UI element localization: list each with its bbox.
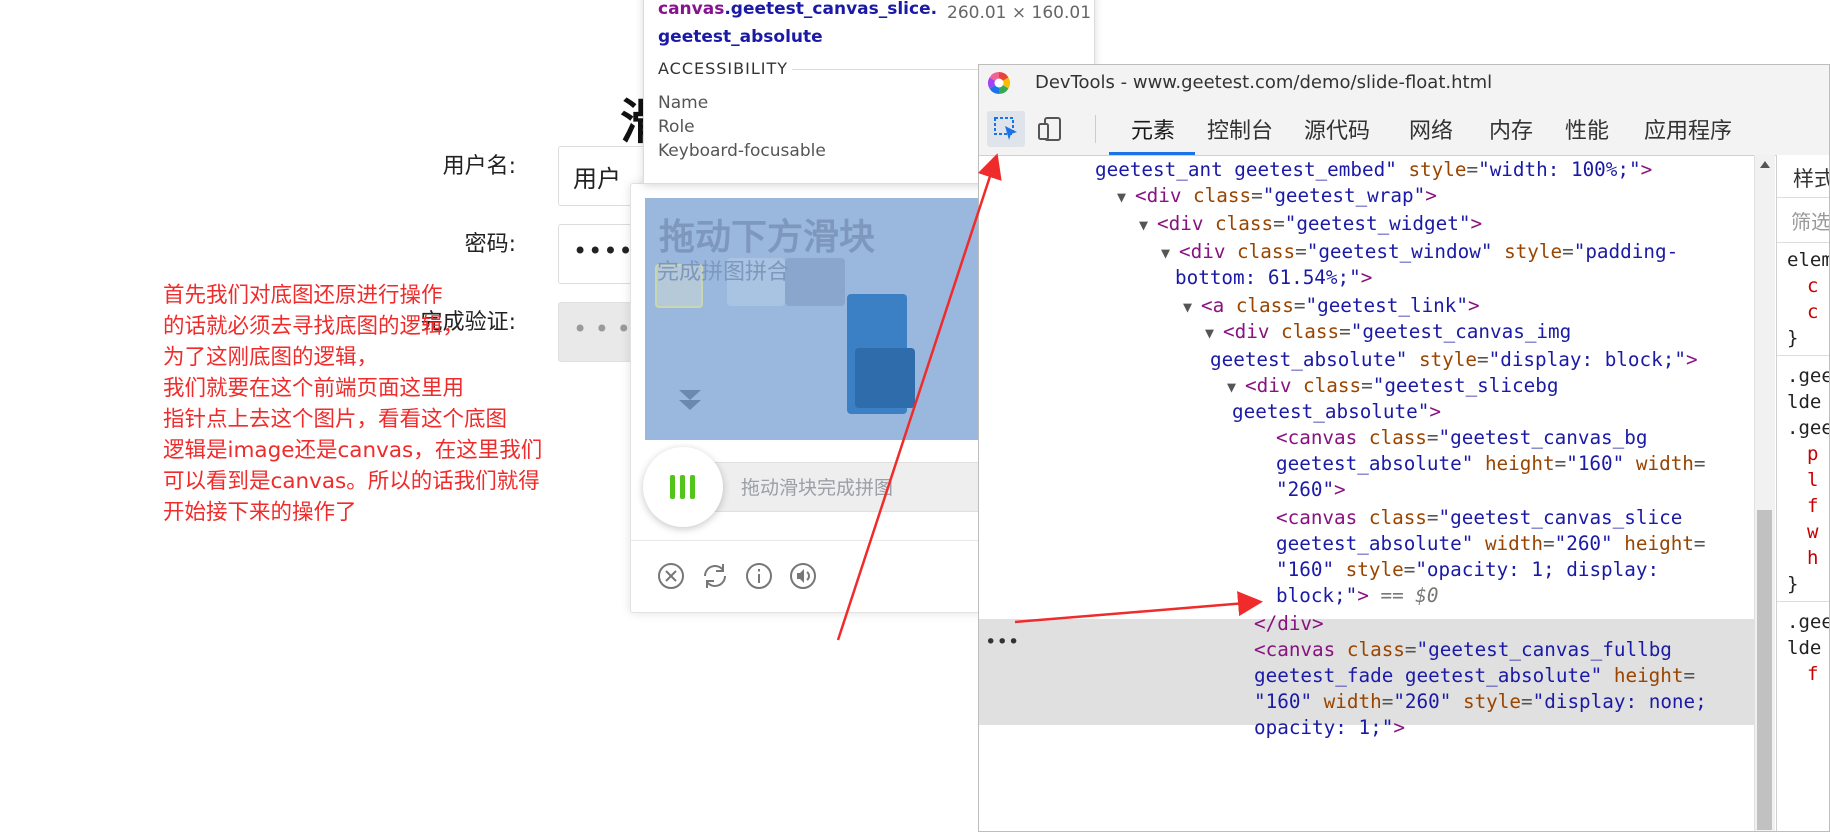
annotation-line: 指针点上去这个图片，看看这个底图 [163, 407, 508, 432]
annotation-line: 首先我们对底图还原进行操作 [163, 283, 443, 308]
dom-line-selected[interactable]: <canvas class="geetest_canvas_slice [1276, 505, 1682, 531]
style-rule-text: f [1807, 495, 1819, 517]
dom-line[interactable]: ▼ <div class="geetest_slicebg [1227, 373, 1558, 399]
captcha-divider [631, 540, 981, 541]
style-rule-text: .gee [1787, 611, 1829, 633]
dom-line[interactable]: geetest_ant geetest_embed" style="width:… [1095, 157, 1652, 183]
dom-line-wrap[interactable]: opacity: 1;"> [1254, 715, 1405, 741]
style-rule-text: f [1807, 663, 1819, 685]
captcha-image-subtitle: 完成拼图拼合 [657, 260, 790, 285]
elements-scrollbar[interactable] [1754, 155, 1775, 831]
tooltip-size: 260.01 × 160.01 [947, 3, 1092, 23]
slider-track[interactable]: 拖动滑块完成拼图 [699, 462, 989, 512]
tab-memory[interactable]: 内存 [1489, 113, 1533, 145]
dom-line[interactable]: <canvas class="geetest_canvas_fullbg [1254, 637, 1672, 663]
annotation-line: 逻辑是image还是canvas，在这里我们 [163, 438, 543, 463]
inspect-cursor-icon [994, 117, 1017, 140]
annotation-line: 开始接下来的操作了 [163, 500, 357, 525]
device-toggle-button[interactable] [1031, 111, 1069, 147]
tab-sources[interactable]: 源代码 [1304, 113, 1370, 145]
style-rule-text: } [1787, 327, 1799, 349]
dom-line-wrap[interactable]: geetest_absolute" style="display: block;… [1210, 347, 1698, 373]
selected-marker: == $0 [1380, 584, 1439, 607]
dom-line[interactable]: ▼ <div class="geetest_canvas_img [1205, 319, 1571, 345]
slider-knob[interactable] [643, 447, 723, 527]
captcha-image-title: 拖动下方滑块 [659, 217, 876, 258]
tab-application[interactable]: 应用程序 [1644, 113, 1732, 145]
username-label: 用户名: [442, 154, 516, 179]
tab-performance[interactable]: 性能 [1565, 113, 1609, 145]
dom-line-wrap[interactable]: "260"> [1276, 477, 1346, 503]
scroll-up-icon[interactable] [1760, 161, 1770, 168]
style-rule-text: } [1787, 573, 1799, 595]
dom-line[interactable]: ▼ <div class="geetest_wrap"> [1117, 183, 1437, 209]
inspect-element-button[interactable] [987, 111, 1025, 147]
style-rule-text: lde [1787, 391, 1822, 413]
style-rule-text: c [1807, 275, 1819, 297]
style-rule-text: c [1807, 301, 1819, 323]
dom-line-wrap[interactable]: block;"> == $0 [1276, 583, 1439, 609]
dom-line[interactable]: ▼ <div class="geetest_window" style="padd… [1161, 239, 1678, 265]
styles-pane: 样式 筛选 elem c c } .gee lde .gee p l f w h… [1776, 155, 1829, 831]
toolbar-separator [1095, 115, 1096, 143]
tooltip-selector: canvas.geetest_canvas_slice.geetest_abso… [658, 0, 948, 51]
annotation-line: 可以看到是canvas。所以的话我们就得 [163, 469, 540, 494]
dom-line[interactable]: <canvas class="geetest_canvas_bg [1276, 425, 1647, 451]
captcha-popup: 拖动下方滑块 完成拼图拼合 拖动滑块完成拼图 [630, 183, 989, 613]
elements-panel[interactable]: ••• geetest_ant geetest_embed" style="wi… [979, 155, 1754, 831]
dom-line-wrap[interactable]: geetest_absolute" width="260" height= [1276, 531, 1706, 557]
dom-line-wrap[interactable]: geetest_absolute"> [1232, 399, 1441, 425]
dom-line-wrap[interactable]: geetest_fade geetest_absolute" height= [1254, 663, 1695, 689]
password-label: 密码: [464, 232, 516, 257]
dom-line[interactable]: ▼ <a class="geetest_link"> [1183, 293, 1480, 319]
tab-styles[interactable]: 样式 [1793, 163, 1829, 193]
scroll-thumb[interactable] [1757, 510, 1772, 830]
down-chevron-icon [677, 388, 703, 416]
styles-divider [1777, 601, 1829, 602]
tooltip-row-role: Role [658, 117, 695, 137]
devtools-titlebar: DevTools - www.geetest.com/demo/slide-fl… [979, 65, 1829, 102]
styles-divider [1777, 355, 1829, 356]
dom-line[interactable]: ▼ <div class="geetest_widget"> [1139, 211, 1482, 237]
dom-line-wrap[interactable]: "160" width="260" style="display: none; [1254, 689, 1707, 715]
captcha-image[interactable]: 拖动下方滑块 完成拼图拼合 [645, 198, 981, 440]
style-rule-text: l [1807, 469, 1819, 491]
dom-line-wrap[interactable]: geetest_absolute" height="160" width= [1276, 451, 1706, 477]
style-rule-text: .gee [1787, 365, 1829, 387]
style-rule-text: p [1807, 443, 1819, 465]
tab-console[interactable]: 控制台 [1207, 113, 1273, 145]
tooltip-section-title: ACCESSIBILITY [658, 59, 789, 78]
chrome-devtools-logo-icon [988, 72, 1010, 94]
more-actions-icon[interactable]: ••• [985, 631, 1019, 653]
devtools-window: DevTools - www.geetest.com/demo/slide-fl… [978, 64, 1830, 832]
annotation-note: 首先我们对底图还原进行操作 的话就必须去寻找底图的逻辑， 为了这刚底图的逻辑， … [163, 280, 593, 528]
tooltip-row-keyboard: Keyboard-focusable [658, 141, 826, 161]
devtools-title: DevTools - www.geetest.com/demo/slide-fl… [1035, 72, 1493, 93]
style-rule-text: .gee [1787, 417, 1829, 439]
style-rule-text: w [1807, 521, 1819, 543]
audio-icon[interactable] [787, 560, 819, 592]
info-icon[interactable] [743, 560, 775, 592]
tab-network[interactable]: 网络 [1409, 113, 1453, 145]
style-rule-text: elem [1787, 249, 1829, 271]
dom-line-wrap[interactable]: bottom: 61.54%;"> [1175, 265, 1372, 291]
slider-grip-icon [670, 475, 695, 499]
tooltip-selector-tag: canvas [658, 0, 725, 19]
refresh-icon[interactable] [699, 560, 731, 592]
style-rule-text: lde [1787, 637, 1822, 659]
dom-line-wrap[interactable]: "160" style="opacity: 1; display: [1276, 557, 1659, 583]
tab-elements[interactable]: 元素 [1131, 113, 1175, 145]
devtools-toolbar: 元素 控制台 源代码 网络 内存 性能 应用程序 [979, 101, 1829, 156]
dom-line[interactable]: </div> [1254, 611, 1324, 637]
annotation-line: 我们就要在这个前端页面这里用 [163, 376, 465, 401]
styles-filter-input[interactable]: 筛选 [1777, 197, 1829, 243]
annotation-line: 的话就必须去寻找底图的逻辑， [163, 314, 465, 339]
device-icon [1038, 117, 1061, 141]
annotation-line: 为了这刚底图的逻辑， [163, 345, 379, 370]
tooltip-row-name: Name [658, 93, 709, 113]
style-rule-text: h [1807, 547, 1819, 569]
close-icon[interactable] [655, 560, 687, 592]
